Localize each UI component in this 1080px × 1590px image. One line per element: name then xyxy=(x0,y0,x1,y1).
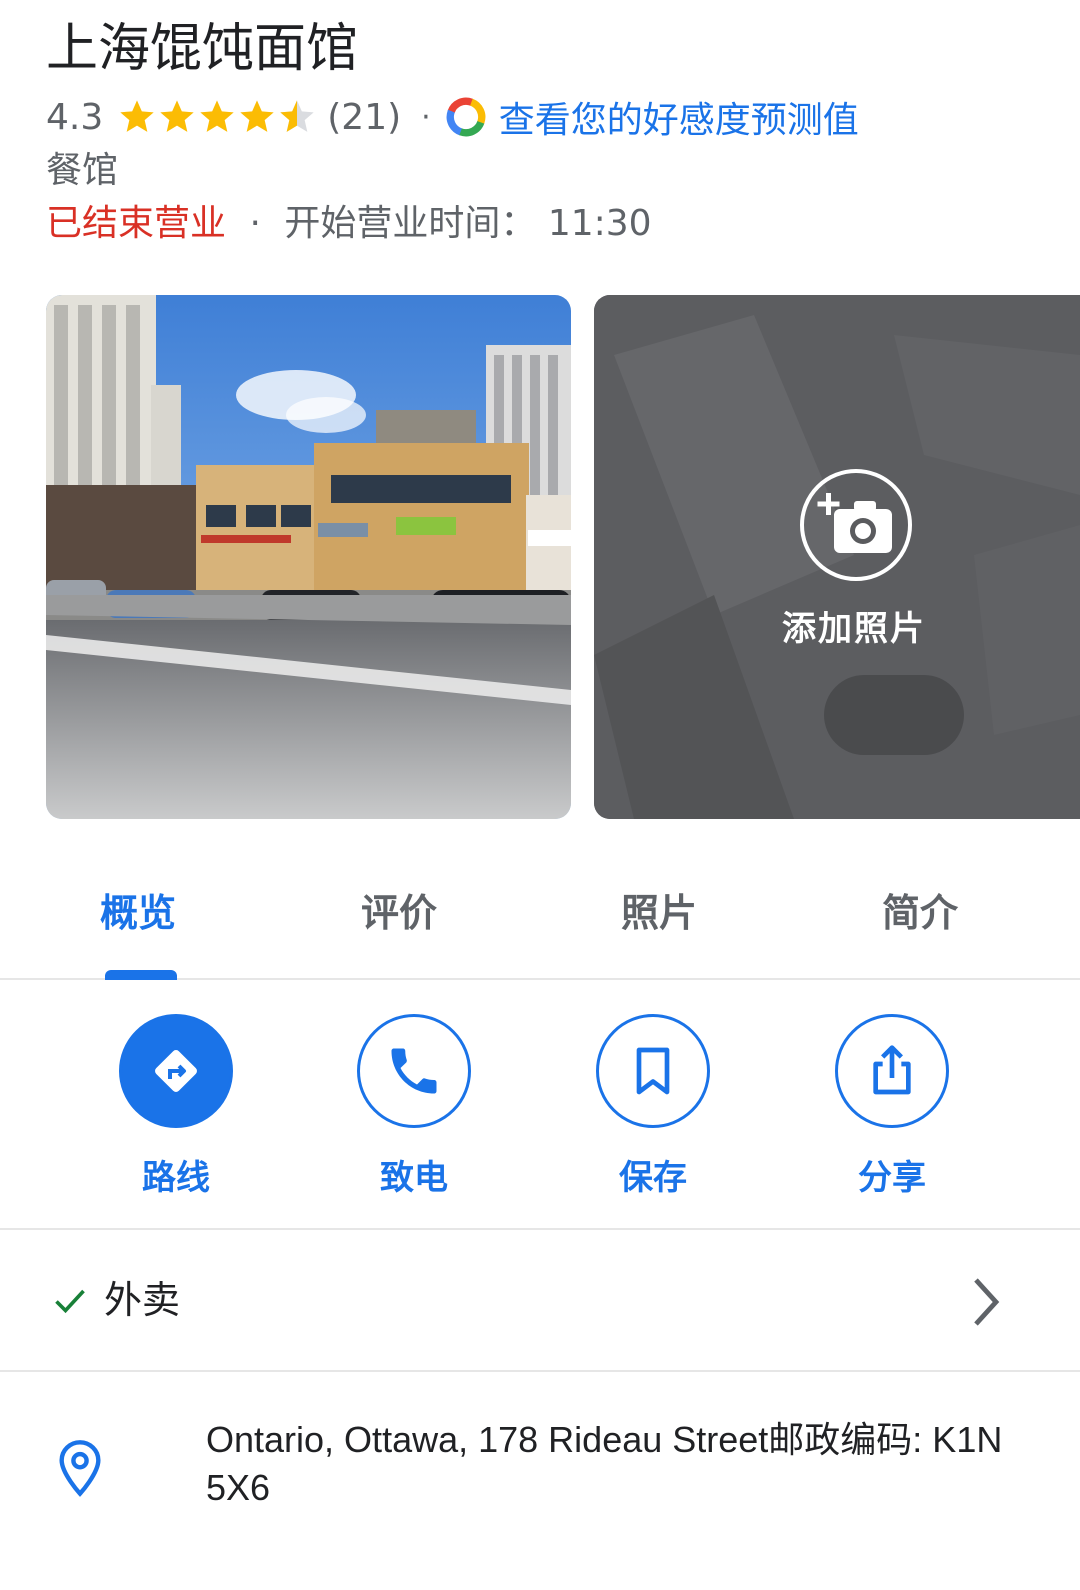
tab-reviews[interactable]: 评价 xyxy=(361,882,437,937)
takeout-row[interactable]: 外卖 xyxy=(0,1232,1080,1370)
share-icon xyxy=(873,1045,911,1095)
rating-stars xyxy=(117,97,317,137)
opening-time: 开始营业时间： 11:30 xyxy=(284,203,652,244)
save-circle[interactable] xyxy=(596,1014,710,1128)
directions-circle[interactable] xyxy=(119,1014,233,1128)
add-photo-button[interactable] xyxy=(800,469,912,581)
share-circle[interactable] xyxy=(835,1014,949,1128)
directions-icon xyxy=(155,1050,197,1092)
check-icon xyxy=(55,1289,85,1314)
add-photo-card[interactable]: 添加照片 xyxy=(594,295,1080,819)
bookmark-icon xyxy=(636,1047,670,1095)
star-icon xyxy=(120,100,154,132)
add-photo-camera-icon xyxy=(817,493,892,553)
hours-row[interactable]: 已结束营业 · 开始营业时间： 11:30 xyxy=(46,198,652,250)
location-pin-icon xyxy=(59,1440,101,1497)
save-label: 保存 xyxy=(619,1158,687,1198)
rating-value: 4.3 xyxy=(46,96,104,138)
rating-row: 4.3 (21) · 查看您的好感度预测值 xyxy=(46,92,859,142)
place-title: 上海馄饨面馆 xyxy=(46,19,359,79)
place-details-page: 上海馄饨面馆 4.3 (21) · 查看您的好感度预测值 餐馆 已结束营业 · … xyxy=(0,0,1080,1590)
place-category: 餐馆 xyxy=(46,150,119,191)
call-button[interactable]: 致电 xyxy=(334,1014,494,1199)
call-circle[interactable] xyxy=(357,1014,471,1128)
address-row[interactable]: Ontario, Ottawa, 178 Rideau Street邮政编码: … xyxy=(0,1372,1080,1590)
separator-dot: · xyxy=(421,99,431,135)
directions-button[interactable]: 路线 xyxy=(96,1014,256,1199)
call-label: 致电 xyxy=(380,1158,448,1198)
star-icon xyxy=(160,100,194,132)
share-label: 分享 xyxy=(858,1158,926,1198)
star-half-icon xyxy=(280,100,314,132)
takeout-label: 外卖 xyxy=(104,1278,181,1322)
tab-photos[interactable]: 照片 xyxy=(621,882,697,937)
prediction-link[interactable]: 查看您的好感度预测值 xyxy=(499,91,859,143)
add-photo-label: 添加照片 xyxy=(782,609,926,649)
review-count[interactable]: (21) xyxy=(327,97,401,138)
save-button[interactable]: 保存 xyxy=(573,1014,733,1199)
separator-dot: · xyxy=(249,203,261,244)
star-icon xyxy=(200,100,234,132)
status-closed: 已结束营业 xyxy=(46,203,227,244)
share-button[interactable]: 分享 xyxy=(812,1014,972,1199)
directions-label: 路线 xyxy=(142,1158,210,1198)
tab-about[interactable]: 简介 xyxy=(882,882,958,937)
street-photo-image xyxy=(46,295,571,819)
active-tab-indicator xyxy=(105,970,177,980)
tab-bar: 概览 评价 照片 简介 xyxy=(0,860,1080,980)
phone-icon xyxy=(391,1048,437,1094)
chevron-right-icon[interactable] xyxy=(968,1276,1004,1328)
tab-overview[interactable]: 概览 xyxy=(100,882,176,937)
google-logo-icon xyxy=(446,97,486,137)
street-view-photo[interactable] xyxy=(46,295,571,819)
star-icon xyxy=(240,100,274,132)
divider xyxy=(0,1228,1080,1230)
address-text: Ontario, Ottawa, 178 Rideau Street邮政编码: … xyxy=(206,1419,1003,1508)
